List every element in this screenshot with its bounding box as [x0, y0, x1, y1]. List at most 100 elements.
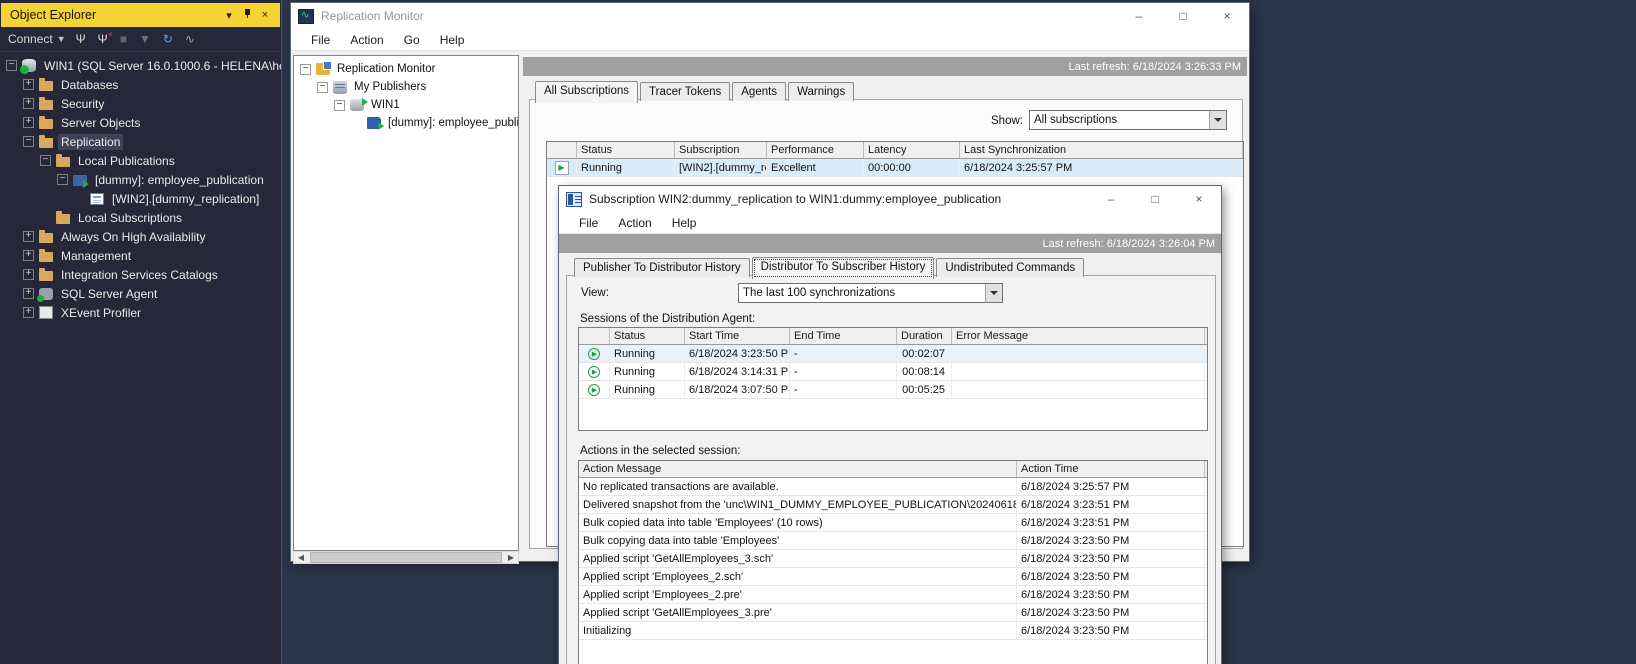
tree-item[interactable]: Local Subscriptions	[0, 208, 281, 227]
menu-help[interactable]: Help	[430, 31, 475, 49]
table-row[interactable]: Bulk copied data into table 'Employees' …	[579, 514, 1207, 532]
column-header-Error Message[interactable]: Error Message	[952, 328, 1205, 344]
tree-item[interactable]: −My Publishers	[294, 78, 518, 96]
view-dropdown[interactable]: The last 100 synchronizations	[738, 283, 1003, 303]
expand-icon[interactable]: +	[23, 307, 34, 318]
table-row[interactable]: Delivered snapshot from the 'unc\WIN1_DU…	[579, 496, 1207, 514]
tree-item[interactable]: +Security	[0, 94, 281, 113]
tab-agents[interactable]: Agents	[732, 82, 786, 101]
table-row[interactable]: Applied script 'Employees_2.pre'6/18/202…	[579, 586, 1207, 604]
column-header-icon[interactable]	[547, 142, 577, 158]
collapse-icon[interactable]: −	[40, 155, 51, 166]
tab-distributor-to-subscriber-history[interactable]: Distributor To Subscriber History	[752, 257, 935, 279]
column-header-Subscription[interactable]: Subscription	[675, 142, 767, 158]
minimize-button[interactable]: –	[1089, 186, 1133, 212]
column-header-Action Time[interactable]: Action Time	[1017, 461, 1205, 477]
column-header-Performance[interactable]: Performance	[767, 142, 864, 158]
tree-item[interactable]: −Replication Monitor	[294, 60, 518, 78]
tree-item[interactable]: −[dummy]: employee_publication	[0, 170, 281, 189]
tree-item[interactable]: +Databases	[0, 75, 281, 94]
close-icon[interactable]: ×	[256, 9, 274, 21]
tab-warnings[interactable]: Warnings	[788, 82, 854, 101]
menu-go[interactable]: Go	[394, 31, 430, 49]
column-header-Status[interactable]: Status	[610, 328, 685, 344]
table-row[interactable]: ▶Running[WIN2].[dummy_replica...Excellen…	[547, 159, 1243, 177]
dropdown-button[interactable]	[1209, 111, 1226, 129]
scroll-right-icon[interactable]: ▶	[504, 553, 518, 562]
subscription-titlebar[interactable]: Subscription WIN2:dummy_replication to W…	[559, 186, 1221, 212]
tree-item[interactable]: [dummy]: employee_publication	[294, 114, 518, 132]
refresh-icon[interactable]: ↻	[163, 33, 173, 45]
collapse-icon[interactable]: −	[317, 82, 328, 93]
collapse-icon[interactable]: −	[23, 136, 34, 147]
tab-publisher-to-distributor-history[interactable]: Publisher To Distributor History	[574, 258, 750, 277]
table-row[interactable]: No replicated transactions are available…	[579, 478, 1207, 496]
menu-action[interactable]: Action	[340, 31, 393, 49]
tree-item[interactable]: +Server Objects	[0, 113, 281, 132]
column-header-Status[interactable]: Status	[577, 142, 675, 158]
table-row[interactable]: Applied script 'GetAllEmployees_3.pre'6/…	[579, 604, 1207, 622]
monitor-titlebar[interactable]: Replication Monitor – □ ×	[291, 3, 1249, 29]
tree-item[interactable]: −WIN1 (SQL Server 16.0.1000.6 - HELENA\h…	[0, 56, 281, 75]
collapse-icon[interactable]: −	[334, 100, 345, 111]
menu-help[interactable]: Help	[662, 214, 707, 232]
tree-item[interactable]: +SQL Server Agent	[0, 284, 281, 303]
tree-item[interactable]: +Always On High Availability	[0, 227, 281, 246]
disconnect-plug-icon[interactable]: Ψ×	[98, 33, 108, 45]
close-button[interactable]: ×	[1177, 186, 1221, 212]
table-row[interactable]: ▶Running6/18/2024 3:14:31 PM-00:08:14	[579, 363, 1207, 381]
column-header-Last Synchronization[interactable]: Last Synchronization	[960, 142, 1243, 158]
collapse-icon[interactable]: −	[6, 60, 17, 71]
expand-icon[interactable]: +	[23, 269, 34, 280]
show-dropdown[interactable]: All subscriptions	[1029, 110, 1227, 130]
menu-file[interactable]: File	[301, 31, 340, 49]
maximize-button[interactable]: □	[1133, 186, 1177, 212]
scrollbar-thumb[interactable]	[310, 552, 502, 563]
column-header-icon[interactable]	[579, 328, 610, 344]
collapse-icon[interactable]: −	[57, 174, 68, 185]
column-header-End Time[interactable]: End Time	[790, 328, 897, 344]
tab-all-subscriptions[interactable]: All Subscriptions	[535, 81, 638, 103]
tab-tracer-tokens[interactable]: Tracer Tokens	[640, 82, 730, 101]
expand-icon[interactable]: +	[23, 79, 34, 90]
table-row[interactable]: ▶Running6/18/2024 3:07:50 PM-00:05:25	[579, 381, 1207, 399]
tree-item[interactable]: +Management	[0, 246, 281, 265]
column-header-Latency[interactable]: Latency	[864, 142, 960, 158]
stop-icon[interactable]: ■	[120, 33, 127, 45]
monitor-tree-hscrollbar[interactable]: ◀ ▶	[293, 551, 519, 564]
maximize-button[interactable]: □	[1161, 3, 1205, 29]
table-row[interactable]: Initializing6/18/2024 3:23:50 PM	[579, 622, 1207, 640]
column-header-Start Time[interactable]: Start Time	[685, 328, 790, 344]
expand-icon[interactable]: +	[23, 250, 34, 261]
menu-file[interactable]: File	[569, 214, 608, 232]
collapse-icon[interactable]: −	[300, 64, 311, 75]
tree-item[interactable]: +XEvent Profiler	[0, 303, 281, 322]
expand-icon[interactable]: +	[23, 117, 34, 128]
window-position-icon[interactable]: ▾	[220, 9, 238, 22]
menu-action[interactable]: Action	[608, 214, 661, 232]
expand-icon[interactable]: +	[23, 98, 34, 109]
tree-item[interactable]: −Replication	[0, 132, 281, 151]
table-row[interactable]: Applied script 'GetAllEmployees_3.sch'6/…	[579, 550, 1207, 568]
tree-item[interactable]: −Local Publications	[0, 151, 281, 170]
expand-icon[interactable]: +	[23, 288, 34, 299]
table-row[interactable]: ▶Running6/18/2024 3:23:50 PM-00:02:07	[579, 345, 1207, 363]
table-row[interactable]: Applied script 'Employees_2.sch'6/18/202…	[579, 568, 1207, 586]
object-explorer-titlebar[interactable]: Object Explorer ▾ ×	[1, 3, 280, 27]
tree-item[interactable]: +Integration Services Catalogs	[0, 265, 281, 284]
tab-undistributed-commands[interactable]: Undistributed Commands	[936, 258, 1084, 277]
column-header-Duration[interactable]: Duration	[897, 328, 952, 344]
table-row[interactable]: Bulk copying data into table 'Employees'…	[579, 532, 1207, 550]
filter-icon[interactable]: ▼	[139, 33, 151, 45]
scroll-left-icon[interactable]: ◀	[294, 553, 308, 562]
pin-icon[interactable]	[238, 9, 256, 21]
column-header-Action Message[interactable]: Action Message	[579, 461, 1017, 477]
tree-item[interactable]: [WIN2].[dummy_replication]	[0, 189, 281, 208]
minimize-button[interactable]: –	[1117, 3, 1161, 29]
dropdown-button[interactable]	[985, 284, 1002, 302]
tree-item[interactable]: −WIN1	[294, 96, 518, 114]
close-button[interactable]: ×	[1205, 3, 1249, 29]
connect-menu-button[interactable]: Connect ▼	[8, 32, 66, 46]
activity-monitor-icon[interactable]: ∿	[185, 33, 195, 45]
expand-icon[interactable]: +	[23, 231, 34, 242]
